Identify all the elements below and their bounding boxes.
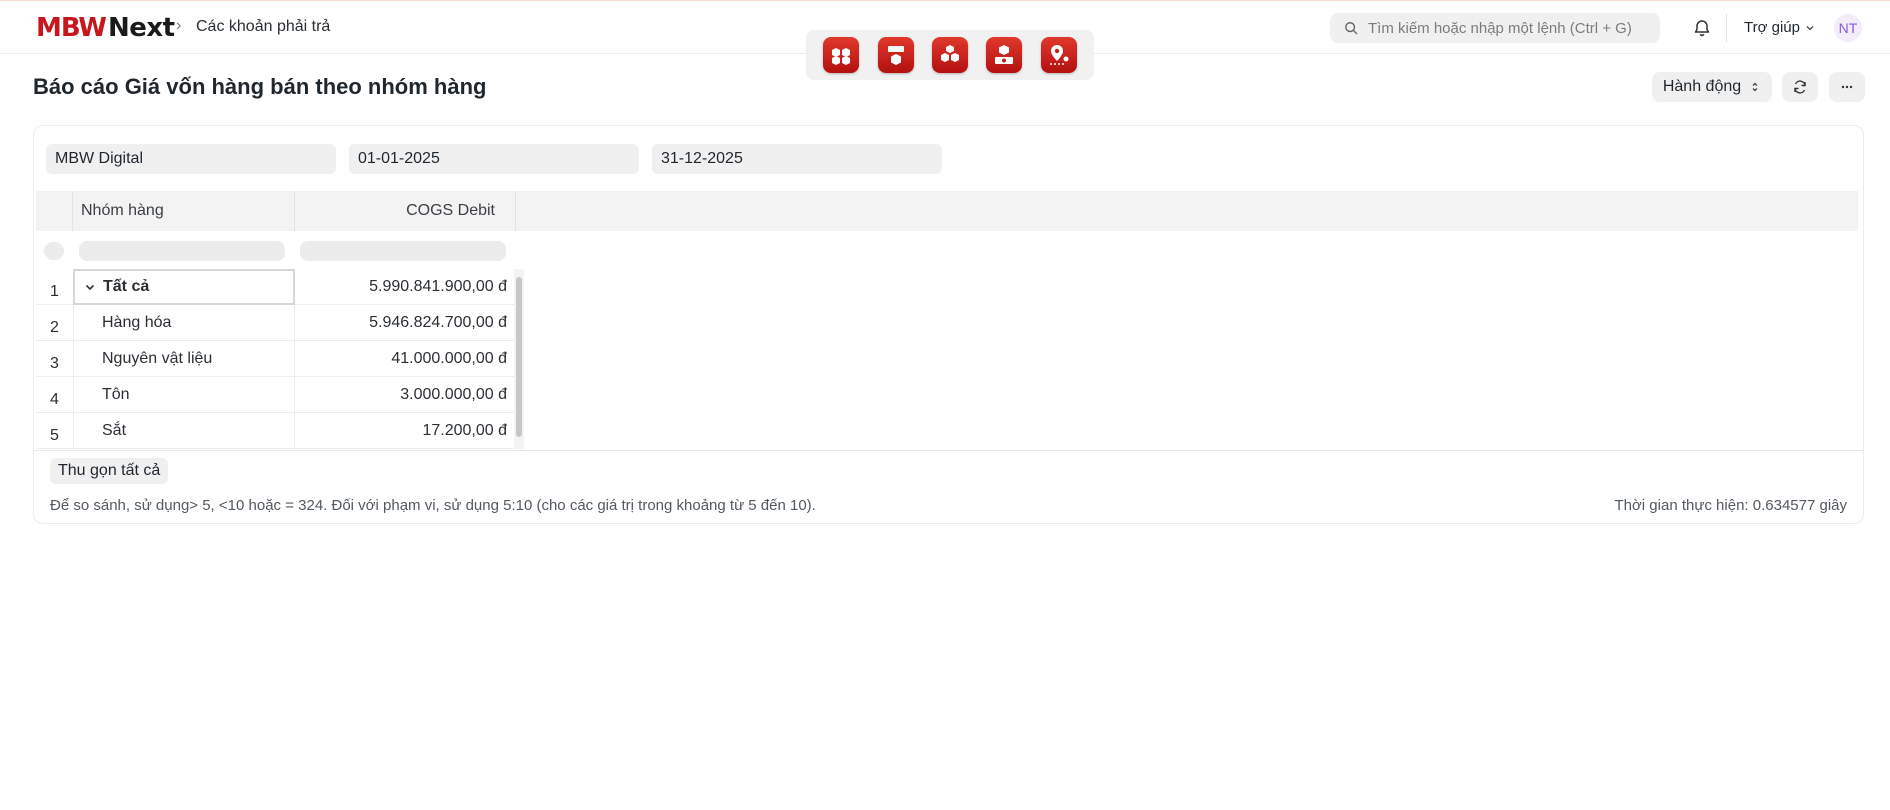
app-logo[interactable]: MBW Next — [36, 13, 175, 43]
item-group-cell[interactable]: Tất cả — [73, 269, 295, 305]
chevron-down-icon — [1806, 25, 1814, 30]
column-header-item-group[interactable]: Nhóm hàng — [73, 191, 295, 231]
cogs-cell[interactable]: 41.000.000,00 đ — [295, 341, 516, 377]
cogs-cell[interactable]: 5.946.824.700,00 đ — [295, 305, 516, 341]
chevron-up-down-icon — [1752, 82, 1758, 92]
table-row[interactable]: 3 Nguyên vật liệu 41.000.000,00 đ — [36, 341, 516, 377]
top-navbar: MBW Next › Các khoản phải trả Trợ giúp — [0, 0, 1890, 80]
breadcrumb-accounts-payable[interactable]: Các khoản phải trả — [196, 18, 330, 36]
cogs-cell[interactable]: 5.990.841.900,00 đ — [295, 269, 516, 305]
item-group-cell[interactable]: Hàng hóa — [73, 305, 295, 341]
cogs-cell[interactable]: 3.000.000,00 đ — [295, 377, 516, 413]
select-all-checkbox[interactable] — [44, 242, 64, 260]
row-index: 2 — [50, 319, 59, 336]
from-date-filter[interactable]: 01-01-2025 — [349, 144, 639, 174]
page-title: Báo cáo Giá vốn hàng bán theo nhóm hàng — [33, 74, 487, 99]
scrollbar-thumb[interactable] — [516, 277, 522, 437]
vertical-scrollbar[interactable] — [514, 269, 524, 449]
logo-next-text: Next — [107, 13, 175, 43]
actions-label: Hành động — [1662, 78, 1742, 95]
chevron-down-icon[interactable] — [83, 280, 97, 294]
table-row[interactable]: 2 Hàng hóa 5.946.824.700,00 đ — [36, 305, 516, 341]
refresh-icon — [1794, 80, 1806, 94]
chevron-right-icon: › — [176, 17, 182, 34]
item-group-cell[interactable]: Tôn — [73, 377, 295, 413]
column-filter-row — [36, 231, 516, 269]
ellipsis-icon — [1841, 85, 1853, 89]
app-shortcut-bar — [806, 30, 1094, 80]
row-index: 1 — [50, 283, 59, 300]
search-icon — [1344, 21, 1358, 35]
divider — [1726, 14, 1727, 42]
report-card: MBW Digital 01-01-2025 31-12-2025 Nhóm h… — [33, 125, 1864, 524]
collapse-all-button[interactable]: Thu gọn tất cả — [50, 458, 169, 484]
item-group-cell[interactable]: Sắt — [73, 413, 295, 449]
row-index-header — [36, 191, 73, 231]
row-index: 4 — [50, 391, 59, 408]
logo-mbw-text: MBW — [36, 13, 107, 43]
divider — [34, 450, 1863, 451]
actions-dropdown-button[interactable]: Hành động — [1652, 72, 1772, 102]
more-options-button[interactable] — [1829, 72, 1865, 102]
item-group-filter-input[interactable] — [79, 241, 285, 261]
row-index: 5 — [50, 427, 59, 444]
table-row[interactable]: 5 Sắt 17.200,00 đ — [36, 413, 516, 449]
execution-time: Thời gian thực hiện: 0.634577 giây — [1614, 497, 1847, 514]
help-dropdown[interactable]: Trợ giúp — [1744, 19, 1816, 36]
stacked-boxes-icon[interactable] — [931, 37, 968, 73]
filter-hint-text: Để so sánh, sử dụng> 5, <10 hoặc = 324. … — [50, 497, 816, 514]
search-bar — [1330, 13, 1660, 43]
box-money-icon[interactable] — [986, 37, 1023, 73]
table-header: Nhóm hàng COGS Debit — [36, 191, 1858, 231]
refresh-button[interactable] — [1782, 72, 1818, 102]
location-route-icon[interactable] — [1040, 37, 1077, 73]
to-date-filter[interactable]: 31-12-2025 — [652, 144, 942, 174]
cogs-cell[interactable]: 17.200,00 đ — [295, 413, 516, 449]
company-filter[interactable]: MBW Digital — [46, 144, 336, 174]
user-avatar[interactable]: NT — [1834, 14, 1862, 42]
search-input[interactable] — [1368, 19, 1658, 37]
notification-bell-icon[interactable] — [1692, 18, 1712, 38]
table-row[interactable]: 1 Tất cả 5.990.841.900,00 đ — [36, 269, 516, 305]
cogs-filter-input[interactable] — [300, 241, 506, 261]
box-sign-icon[interactable] — [877, 37, 914, 73]
column-header-cogs-debit[interactable]: COGS Debit — [295, 191, 516, 231]
help-label: Trợ giúp — [1744, 19, 1800, 36]
row-index: 3 — [50, 355, 59, 372]
boxes-icon[interactable] — [823, 37, 860, 73]
item-group-cell[interactable]: Nguyên vật liệu — [73, 341, 295, 377]
item-group-name: Tất cả — [103, 278, 150, 295]
table-row[interactable]: 4 Tôn 3.000.000,00 đ — [36, 377, 516, 413]
